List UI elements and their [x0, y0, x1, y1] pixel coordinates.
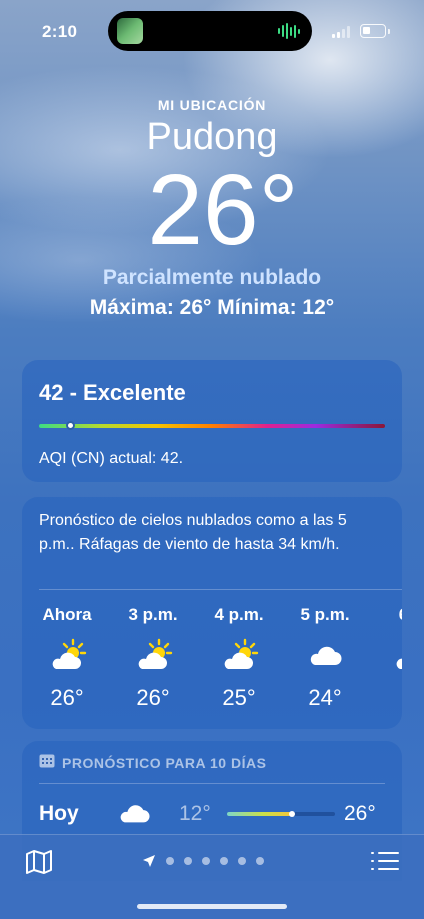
- high-low: Máxima: 26° Mínima: 12°: [89, 296, 335, 319]
- current-condition: Parcialmente nublado: [102, 266, 322, 289]
- aqi-description: AQI (CN) actual: 42.: [39, 450, 184, 467]
- home-indicator[interactable]: [137, 904, 287, 909]
- status-bar: 2:10: [0, 0, 424, 62]
- divider: [39, 589, 402, 590]
- hour-label: 5 p.m.: [300, 605, 350, 624]
- hour-label: 4 p.m.: [214, 605, 264, 624]
- status-time: 2:10: [42, 22, 78, 41]
- hour-temperature: 26°: [136, 685, 170, 710]
- ten-day-header: PRONÓSTICO PARA 10 DÍAS: [39, 754, 266, 771]
- aqi-indicator: [65, 421, 75, 430]
- day-high: 26°: [344, 802, 376, 825]
- location-label: MI UBICACIÓN: [157, 97, 267, 113]
- hour-item: Ahora 26°: [32, 605, 102, 711]
- current-temperature-marker: [288, 811, 295, 817]
- map-icon[interactable]: [24, 849, 54, 875]
- battery-icon: [360, 24, 386, 38]
- battery-tip: [388, 29, 390, 34]
- hour-label: 3 p.m.: [128, 605, 178, 624]
- page-dot: [256, 857, 264, 865]
- partly-sunny-icon: [118, 635, 188, 675]
- cloud-icon: [118, 801, 150, 830]
- partly-sunny-icon: [32, 635, 102, 675]
- hourly-forecast-card[interactable]: Pronóstico de cielos nublados como a las…: [22, 497, 402, 729]
- hour-item: 6 p 2: [376, 605, 402, 711]
- calendar-icon: [39, 754, 55, 771]
- ten-day-title: PRONÓSTICO PARA 10 DÍAS: [62, 754, 267, 771]
- hour-temperature: 26°: [50, 685, 84, 710]
- hour-label: Ahora: [42, 605, 92, 624]
- temperature-range-fill: [227, 812, 292, 816]
- page-dot: [238, 857, 246, 865]
- partly-sunny-icon: [204, 635, 274, 675]
- hour-temperature: 2: [376, 685, 402, 711]
- hour-item: 3 p.m. 26°: [118, 605, 188, 711]
- city-name: Pudong: [146, 116, 278, 158]
- audio-waveform-icon: [278, 23, 300, 39]
- aqi-scale-bar: [39, 424, 385, 428]
- hour-label: 6 p: [376, 605, 402, 625]
- day-low: 12°: [179, 802, 211, 825]
- now-playing-thumbnail: [117, 18, 143, 44]
- cellular-signal-icon: [332, 26, 350, 38]
- hour-item: 4 p.m. 25°: [204, 605, 274, 711]
- hour-temperature: 24°: [308, 685, 342, 710]
- location-arrow-icon: [142, 854, 156, 868]
- location-pager[interactable]: [142, 854, 264, 868]
- cloud-icon: [290, 635, 360, 675]
- page-dot: [202, 857, 210, 865]
- temperature-range-bar: [227, 811, 335, 817]
- partly-sunny-icon: [376, 635, 402, 675]
- page-dot: [184, 857, 192, 865]
- aqi-value: 42 - Excelente: [39, 380, 186, 405]
- hour-temperature: 25°: [222, 685, 256, 710]
- day-label: Hoy: [39, 802, 79, 825]
- list-icon[interactable]: [370, 849, 400, 875]
- forecast-summary: Pronóstico de cielos nublados como a las…: [39, 512, 347, 553]
- page-dot: [166, 857, 174, 865]
- current-temperature: 26°: [147, 154, 299, 266]
- page-dot: [220, 857, 228, 865]
- hour-item: 5 p.m. 24°: [290, 605, 360, 711]
- air-quality-card[interactable]: 42 - Excelente AQI (CN) actual: 42.: [22, 360, 402, 482]
- hourly-scroll[interactable]: Ahora 26° 3 p.m. 26° 4 p.m. 25° 5 p.m. 2…: [22, 605, 402, 715]
- dynamic-island[interactable]: [108, 11, 312, 51]
- divider: [39, 783, 385, 784]
